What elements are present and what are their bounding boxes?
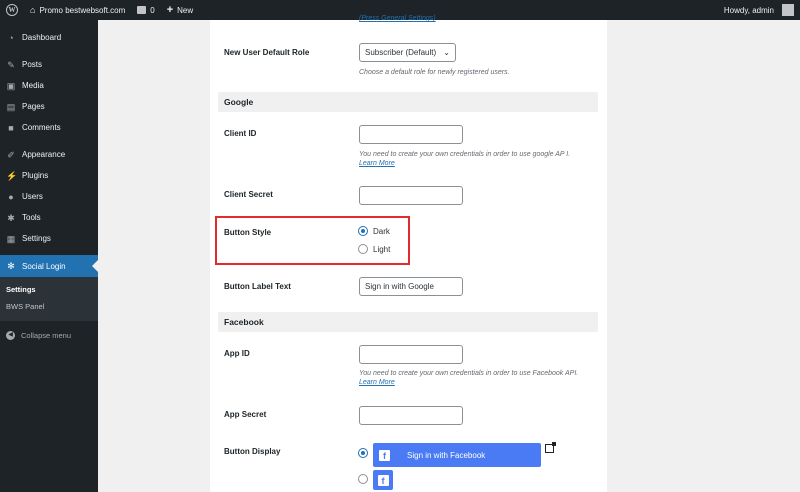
submenu-item-settings[interactable]: Settings — [0, 281, 98, 298]
new-content-button[interactable]: + New — [161, 0, 199, 20]
style-dark-label: Dark — [373, 227, 390, 236]
display-icon-radio[interactable] — [358, 474, 368, 484]
sidebar-item-settings[interactable]: ▦ Settings — [0, 228, 98, 249]
new-user-role-label: New User Default Role — [224, 48, 310, 57]
collapse-arrow-icon: ◀ — [6, 330, 15, 340]
sidebar-item-pages[interactable]: ▤ Pages — [0, 96, 98, 117]
client-id-desc-text: You need to create your own credentials … — [359, 151, 571, 158]
button-style-label: Button Style — [224, 228, 272, 237]
learn-more-link[interactable]: Learn More — [359, 160, 395, 167]
app-id-label: App ID — [224, 349, 250, 358]
button-label-text-input[interactable]: Sign in with Google — [359, 277, 463, 296]
gear-icon: ✻ — [7, 261, 15, 271]
account-menu[interactable]: Howdy, admin — [718, 0, 800, 20]
submenu-item-bws-panel[interactable]: BWS Panel — [0, 298, 98, 315]
wp-logo-button[interactable]: W — [0, 0, 24, 20]
chevron-down-icon: ⌄ — [443, 48, 450, 57]
pages-icon: ▤ — [6, 101, 16, 112]
sidebar-item-label: Posts — [22, 60, 43, 69]
sidebar-item-plugins[interactable]: ⚡ Plugins — [0, 165, 98, 186]
new-user-role-desc: Choose a default role for newly register… — [359, 69, 510, 76]
brush-icon: ✐ — [7, 149, 15, 160]
app-secret-input[interactable] — [359, 406, 463, 425]
sidebar-item-label: Appearance — [22, 150, 66, 159]
users-icon: ● — [8, 191, 14, 202]
site-name: Promo bestwebsoft.com — [39, 5, 126, 15]
edit-external-icon[interactable] — [545, 442, 556, 453]
display-full-radio[interactable] — [358, 448, 368, 458]
client-id-label: Client ID — [224, 129, 257, 138]
facebook-icon: f — [377, 474, 389, 486]
sidebar-item-comments[interactable]: ■ Comments — [0, 117, 98, 138]
style-light-radio[interactable] — [358, 244, 368, 254]
collapse-menu-button[interactable]: ◀ Collapse menu — [0, 325, 98, 345]
sidebar-item-media[interactable]: ▣ Media — [0, 75, 98, 96]
new-user-role-select[interactable]: Subscriber (Default) ⌄ — [359, 43, 456, 62]
plugin-icon: ⚡ — [6, 170, 18, 181]
new-user-role-value: Subscriber (Default) — [365, 48, 437, 57]
facebook-section-heading: Facebook — [218, 312, 598, 332]
comments-link[interactable]: 0 — [131, 0, 160, 20]
social-login-submenu: Settings BWS Panel — [0, 277, 98, 321]
app-secret-label: App Secret — [224, 410, 267, 419]
admin-sidebar: ◔ Dashboard ✎ Posts ▣ Media ▤ Pages ■ Co… — [0, 20, 98, 492]
highlight-box — [215, 216, 410, 265]
sidebar-item-label: Settings — [22, 234, 51, 243]
sidebar-item-users[interactable]: ● Users — [0, 186, 98, 207]
settings-icon: ▦ — [6, 233, 16, 244]
style-dark-radio[interactable] — [358, 226, 368, 236]
collapse-menu-label: Collapse menu — [21, 330, 72, 340]
google-section-heading: Google — [218, 92, 598, 112]
client-id-desc: You need to create your own credentials … — [359, 150, 589, 168]
app-id-desc-text: You need to create your own credentials … — [359, 370, 579, 377]
comment-bubble-icon — [137, 6, 147, 14]
sidebar-item-tools[interactable]: ✱ Tools — [0, 207, 98, 228]
app-id-input[interactable] — [359, 345, 463, 364]
client-secret-label: Client Secret — [224, 190, 273, 199]
dashboard-icon: ◔ — [8, 32, 14, 43]
sidebar-item-label: Social Login — [22, 261, 66, 271]
sidebar-item-dashboard[interactable]: ◔ Dashboard — [0, 27, 98, 48]
plus-icon: + — [166, 4, 174, 16]
sidebar-item-label: Media — [22, 81, 44, 90]
client-id-input[interactable] — [359, 125, 463, 144]
app-id-desc: You need to create your own credentials … — [359, 369, 591, 387]
pin-icon: ✎ — [7, 59, 15, 70]
sidebar-item-label: Comments — [22, 123, 61, 132]
site-name-link[interactable]: ⌂ Promo bestwebsoft.com — [24, 0, 131, 20]
sidebar-item-appearance[interactable]: ✐ Appearance — [0, 144, 98, 165]
facebook-button-text: Sign in with Facebook — [407, 450, 486, 460]
new-label: New — [177, 5, 194, 15]
general-settings-link[interactable]: (Press General Settings) — [359, 14, 436, 23]
learn-more-link[interactable]: Learn More — [359, 379, 395, 386]
sidebar-item-posts[interactable]: ✎ Posts — [0, 54, 98, 75]
sidebar-item-social-login[interactable]: ✻ Social Login — [0, 255, 98, 277]
howdy-text: Howdy, admin — [723, 5, 774, 15]
sidebar-item-label: Users — [22, 192, 43, 201]
sidebar-item-label: Pages — [22, 102, 45, 111]
button-label-text-label: Button Label Text — [224, 282, 291, 291]
media-icon: ▣ — [6, 80, 16, 91]
comment-icon: ■ — [8, 122, 14, 133]
comments-count: 0 — [150, 5, 155, 15]
sidebar-item-label: Plugins — [22, 171, 49, 180]
wordpress-icon: W — [6, 4, 18, 16]
facebook-icon: f — [379, 449, 390, 461]
avatar — [782, 4, 794, 16]
button-display-label: Button Display — [224, 447, 281, 456]
facebook-signin-button-preview[interactable]: f Sign in with Facebook — [373, 443, 541, 467]
style-light-label: Light — [373, 245, 391, 254]
home-icon: ⌂ — [30, 5, 36, 15]
sidebar-item-label: Tools — [22, 213, 41, 222]
client-secret-input[interactable] — [359, 186, 463, 205]
wrench-icon: ✱ — [7, 212, 15, 223]
facebook-icon-button-preview[interactable]: f — [373, 470, 393, 490]
sidebar-item-label: Dashboard — [22, 33, 62, 42]
